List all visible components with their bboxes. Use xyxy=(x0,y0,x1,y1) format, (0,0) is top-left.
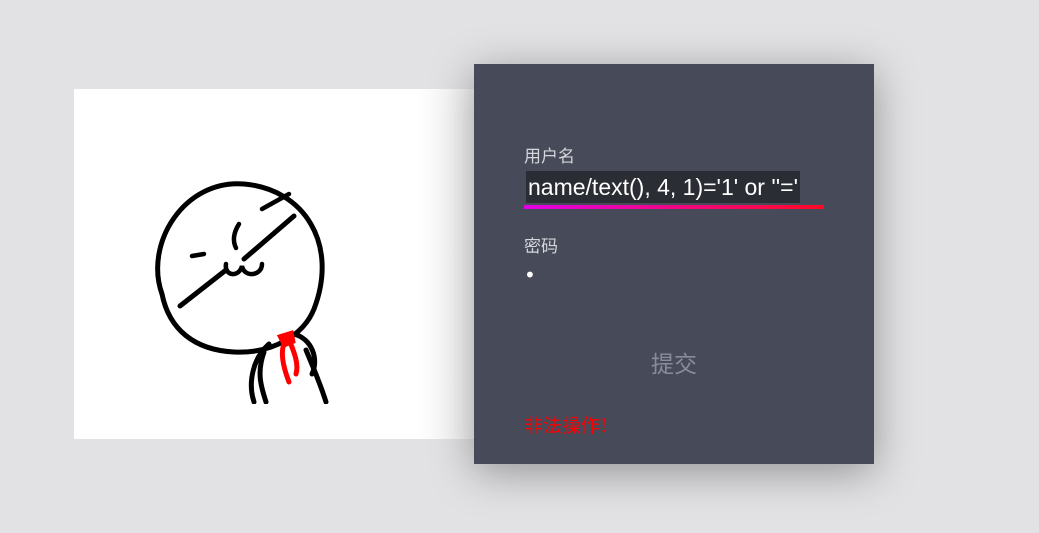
smirk-face-icon xyxy=(155,181,329,404)
error-message: 非法操作! xyxy=(524,415,608,437)
username-input[interactable]: name/text(), 4, 1)='1' or ''=' xyxy=(524,169,824,209)
password-input[interactable]: • xyxy=(524,260,824,292)
submit-button[interactable]: 提交 xyxy=(624,347,724,383)
illustration-card xyxy=(74,89,494,439)
password-label: 密码 xyxy=(524,237,558,257)
username-label: 用户名 xyxy=(524,147,575,167)
username-value: name/text(), 4, 1)='1' or ''=' xyxy=(526,171,800,203)
login-panel: 用户名 name/text(), 4, 1)='1' or ''=' 密码 • … xyxy=(474,64,874,464)
